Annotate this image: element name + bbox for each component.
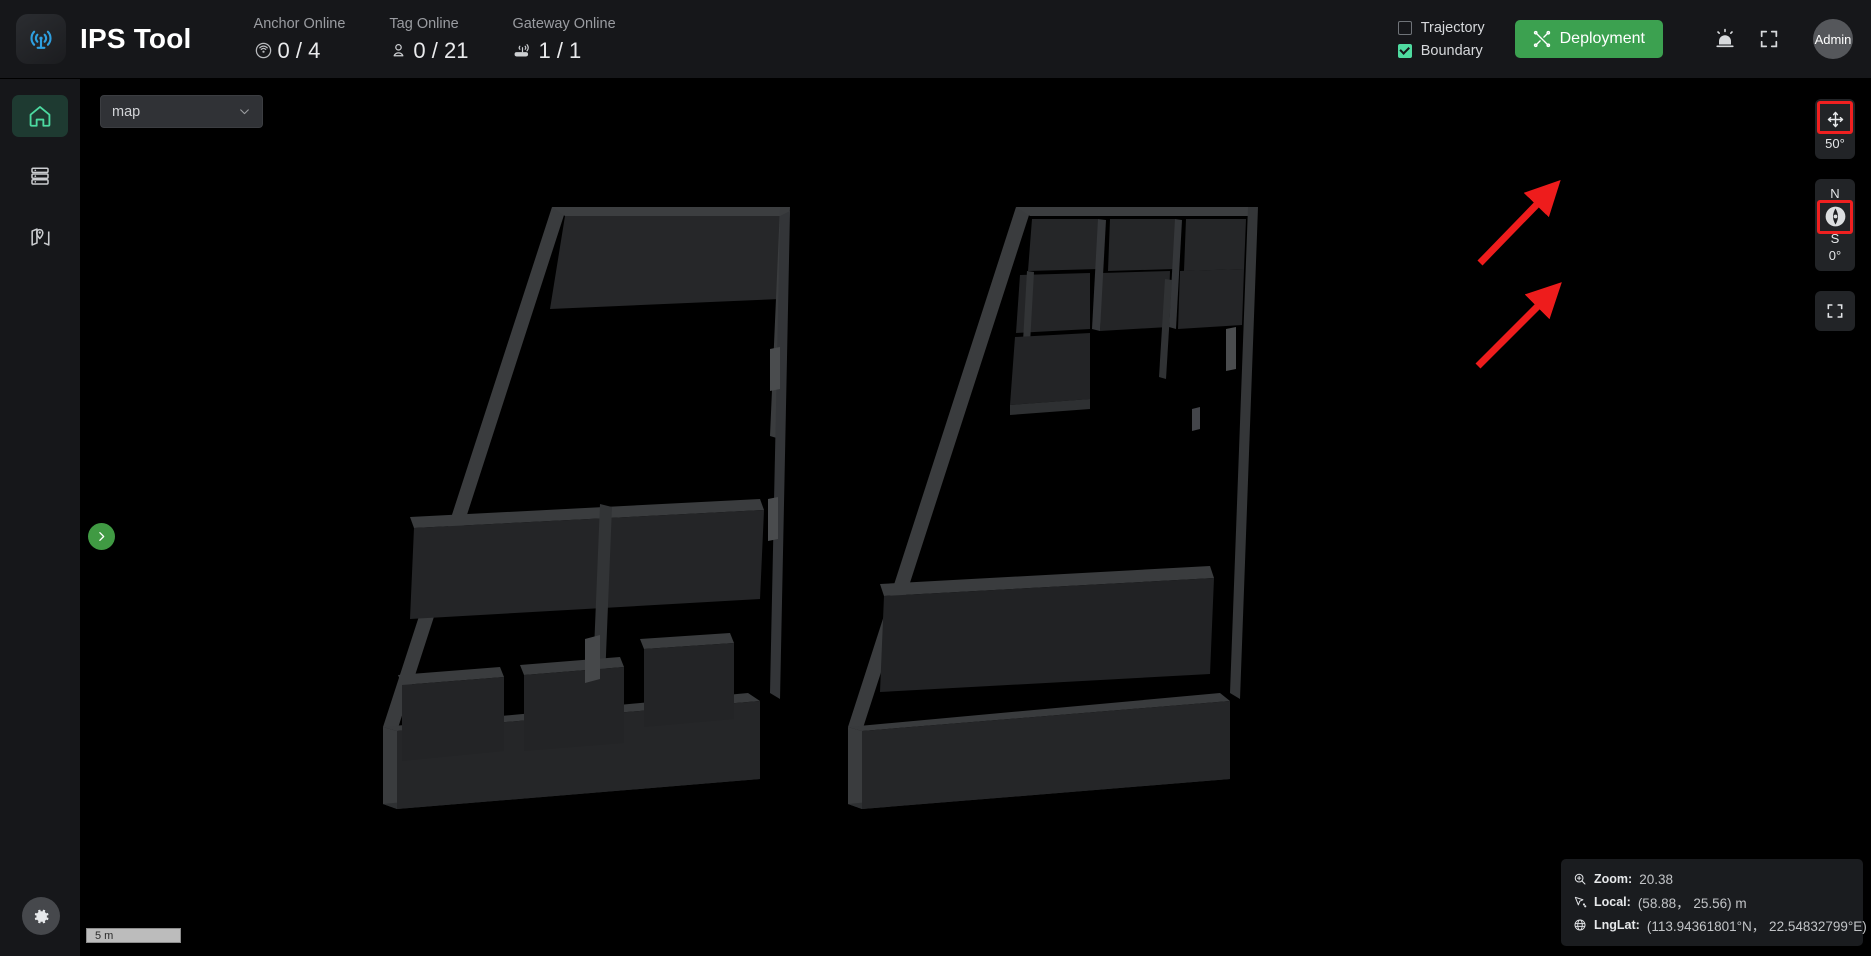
home-icon (27, 103, 53, 129)
alarm-siren-icon (1713, 27, 1737, 51)
checkbox-label: Trajectory (1420, 19, 1485, 36)
compass-north-label: N (1830, 186, 1840, 201)
fullscreen-expand-icon (1825, 301, 1845, 321)
app-logo (16, 14, 66, 64)
zoom-in-icon (1573, 872, 1587, 886)
tilt-angle-value: 50° (1825, 136, 1845, 151)
cursor-coords-icon (1573, 895, 1587, 909)
stat-label: Tag Online (389, 15, 459, 32)
fullscreen-icon (1758, 28, 1780, 50)
move-arrows-icon (1826, 110, 1845, 129)
info-key: Zoom: (1594, 872, 1633, 886)
info-value: (58.88， 25.56) m (1637, 896, 1747, 911)
building-right (848, 207, 1258, 809)
compass-button[interactable] (1821, 202, 1849, 230)
globe-icon (1573, 918, 1587, 932)
fullscreen-button[interactable] (1747, 17, 1791, 61)
compass-control[interactable]: N S 0° (1815, 179, 1855, 271)
header-right-controls: Trajectory Boundary Deployment Admin (1397, 17, 1871, 61)
deployment-button-label: Deployment (1559, 30, 1645, 47)
compass-needle-icon (1824, 205, 1847, 228)
tilt-control[interactable]: 50° (1815, 99, 1855, 159)
info-key: LngLat: (1594, 918, 1640, 932)
compass-bearing-value: 0° (1828, 248, 1842, 263)
info-row-lnglat: LngLat: (113.94361801°N， 22.54832799°E) (1573, 914, 1867, 936)
deployment-button[interactable]: Deployment (1514, 20, 1663, 58)
checkbox-trajectory[interactable]: Trajectory (1397, 19, 1485, 36)
scale-bar: 5 m (86, 928, 181, 943)
layer-toggles: Trajectory Boundary (1397, 19, 1485, 59)
stat-value-wrap: 0 / 4 (254, 37, 346, 65)
info-value: 20.38 (1639, 871, 1673, 887)
info-row-zoom: Zoom: 20.38 (1573, 868, 1851, 890)
checkbox-box-trajectory[interactable] (1397, 20, 1412, 35)
stat-label: Gateway Online (512, 15, 616, 32)
avatar-label: Admin (1814, 31, 1852, 47)
tilt-control-button[interactable] (1821, 105, 1849, 133)
anchor-signal-icon (254, 41, 273, 60)
sidebar-item-map-location[interactable] (12, 215, 68, 257)
alarm-button[interactable] (1703, 17, 1747, 61)
reset-view-button[interactable] (1821, 297, 1849, 325)
antenna-broadcast-icon (26, 24, 56, 54)
stat-value-wrap: 0 / 21 (389, 37, 468, 65)
building-3d-model (383, 207, 1258, 809)
app-title: IPS Tool (80, 23, 192, 54)
checkbox-boundary[interactable]: Boundary (1397, 42, 1485, 59)
stat-count: 1 / 1 (538, 37, 582, 63)
chevron-down-icon (238, 105, 251, 118)
map-layer-value: map (112, 103, 141, 120)
tools-cross-icon (1533, 30, 1551, 48)
server-list-icon (28, 164, 52, 188)
chevron-right-icon (95, 530, 108, 543)
gear-icon (32, 907, 51, 926)
avatar[interactable]: Admin (1813, 19, 1853, 59)
stat-count: 0 / 21 (413, 37, 469, 63)
info-value: (113.94361801°N， 22.54832799°E) (1646, 919, 1867, 934)
checkbox-label: Boundary (1420, 42, 1483, 59)
stat-count: 0 / 4 (277, 37, 321, 63)
reset-view-control[interactable] (1815, 291, 1855, 331)
sidebar-item-home[interactable] (12, 95, 68, 137)
app-header: IPS Tool Anchor Online 0 / 4 Tag Online … (0, 0, 1871, 79)
map-pin-icon (28, 224, 53, 249)
map-layer-select[interactable]: map (100, 95, 263, 128)
map-controls: 50° N S 0° (1815, 99, 1855, 351)
stat-tag-online: Tag Online 0 / 21 (389, 14, 468, 65)
checkbox-box-boundary[interactable] (1397, 43, 1412, 58)
stat-anchor-online: Anchor Online 0 / 4 (254, 14, 346, 65)
map-viewport[interactable]: map 5 m 50° N S 0° Zoom: 20.38 Local: (5… (80, 79, 1871, 956)
settings-button[interactable] (22, 897, 60, 935)
stat-label: Anchor Online (253, 15, 346, 32)
tag-pin-icon (389, 41, 408, 60)
side-panel-expand-button[interactable] (88, 523, 115, 550)
stat-gateway-online: Gateway Online 1 / 1 (512, 14, 615, 65)
header-stats: Anchor Online 0 / 4 Tag Online 0 / 21 Ga… (254, 14, 660, 65)
gateway-router-icon (512, 41, 533, 60)
scale-bar-label: 5 m (95, 929, 114, 942)
compass-south-label: S (1830, 231, 1840, 246)
map-info-panel: Zoom: 20.38 Local: (58.88， 25.56) m LngL… (1561, 859, 1867, 946)
ips-tool-app: IPS Tool Anchor Online 0 / 4 Tag Online … (0, 0, 1871, 956)
info-row-local: Local: (58.88， 25.56) m (1573, 891, 1851, 913)
building-left (383, 207, 790, 809)
left-sidebar (0, 79, 80, 956)
sidebar-item-devices[interactable] (12, 155, 68, 197)
stat-value-wrap: 1 / 1 (512, 37, 615, 65)
info-key: Local: (1594, 895, 1631, 909)
